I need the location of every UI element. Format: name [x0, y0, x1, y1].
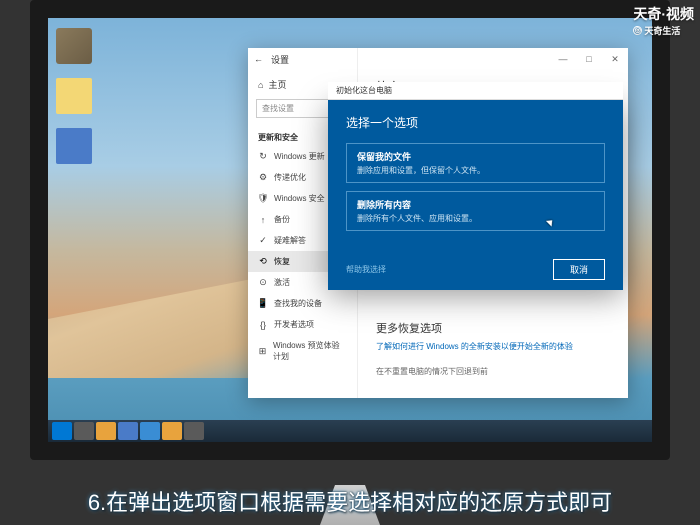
- recovery-icon: ⟲: [258, 257, 268, 267]
- taskbar-explorer[interactable]: [96, 422, 116, 440]
- taskbar-app[interactable]: [140, 422, 160, 440]
- key-icon: ⊙: [258, 278, 268, 288]
- modal-titlebar: 初始化这台电脑: [328, 82, 623, 100]
- option-description: 删除所有个人文件、应用和设置。: [357, 213, 594, 224]
- option-title: 删除所有内容: [357, 198, 594, 211]
- window-controls: — □ ✕: [550, 48, 628, 70]
- watermark: 天奇·视频 ◎天奇生活: [633, 4, 694, 37]
- cursor-icon: [548, 218, 556, 230]
- desktop-icon-app[interactable]: [56, 128, 92, 164]
- option-remove-all[interactable]: 删除所有内容 删除所有个人文件、应用和设置。: [346, 191, 605, 231]
- taskbar-start[interactable]: [52, 422, 72, 440]
- option-title: 保留我的文件: [357, 150, 594, 163]
- maximize-icon[interactable]: □: [576, 48, 602, 70]
- taskbar-search[interactable]: [74, 422, 94, 440]
- more-options-title: 更多恢复选项: [376, 320, 610, 336]
- modal-heading: 选择一个选项: [346, 114, 605, 131]
- video-caption: 6.在弹出选项窗口根据需要选择相对应的还原方式即可: [0, 485, 700, 517]
- monitor-frame: ← 设置 — □ ✕ ⌂ 主页 查找设置 更新和安全 ↻Windows 更新 ⚙…: [30, 0, 670, 460]
- taskbar: [48, 420, 652, 442]
- cancel-button[interactable]: 取消: [553, 259, 605, 280]
- taskbar-edge[interactable]: [118, 422, 138, 440]
- backup-icon: ↑: [258, 215, 268, 225]
- window-title: 设置: [271, 53, 289, 66]
- home-icon: ⌂: [258, 80, 263, 90]
- shield-icon: 🛡: [258, 194, 268, 204]
- option-description: 删除应用和设置，但保留个人文件。: [357, 165, 594, 176]
- option-keep-files[interactable]: 保留我的文件 删除应用和设置，但保留个人文件。: [346, 143, 605, 183]
- check-icon: ✓: [258, 236, 268, 246]
- sidebar-item-insider[interactable]: ⊞Windows 预览体验计划: [248, 335, 357, 367]
- help-link[interactable]: 帮助我选择: [346, 264, 386, 275]
- home-label: 主页: [268, 78, 286, 91]
- taskbar-app[interactable]: [162, 422, 182, 440]
- sync-icon: ↻: [258, 152, 268, 162]
- taskbar-app[interactable]: [184, 422, 204, 440]
- reset-modal: 初始化这台电脑 选择一个选项 保留我的文件 删除应用和设置，但保留个人文件。 删…: [328, 100, 623, 290]
- more-options-link[interactable]: 了解如何进行 Windows 的全新安装以便开始全新的体验: [376, 341, 610, 352]
- windows-icon: ⊞: [258, 346, 267, 356]
- watermark-main: 天奇·视频: [633, 4, 694, 24]
- back-icon[interactable]: ←: [254, 54, 263, 64]
- desktop-icon-recycle[interactable]: [56, 28, 92, 64]
- minimize-icon[interactable]: —: [550, 48, 576, 70]
- phone-icon: 📱: [258, 299, 268, 309]
- close-icon[interactable]: ✕: [602, 48, 628, 70]
- target-icon: ◎: [633, 26, 642, 35]
- code-icon: {}: [258, 320, 268, 330]
- bottom-text: 在不重置电脑的情况下回退到前: [376, 366, 610, 377]
- watermark-sub: 天奇生活: [644, 24, 680, 37]
- gear-icon: ⚙: [258, 173, 268, 183]
- sidebar-item-findmydevice[interactable]: 📱查找我的设备: [248, 293, 357, 314]
- desktop-icon-folder[interactable]: [56, 78, 92, 114]
- sidebar-item-developer[interactable]: {}开发者选项: [248, 314, 357, 335]
- screen: ← 设置 — □ ✕ ⌂ 主页 查找设置 更新和安全 ↻Windows 更新 ⚙…: [48, 18, 652, 442]
